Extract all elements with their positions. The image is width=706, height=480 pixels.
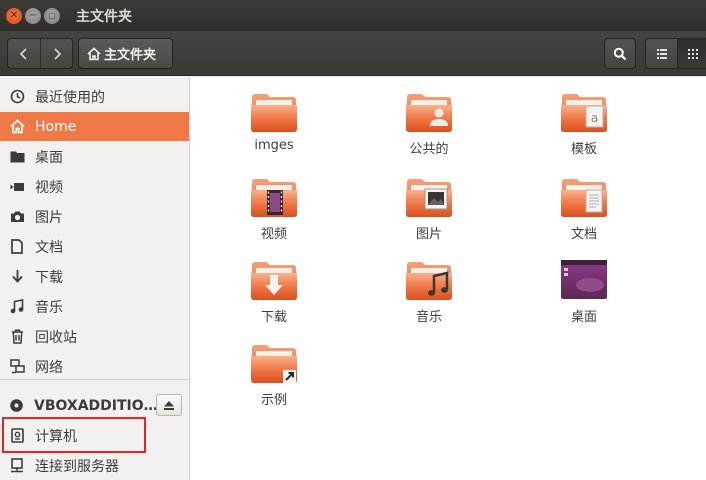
eject-button[interactable] [156, 394, 182, 416]
sidebar-item-label: 网络 [35, 359, 63, 376]
folder-documents-icon [561, 179, 607, 217]
folder-pictures-icon [406, 179, 452, 217]
folder-icon [10, 151, 24, 163]
sidebar-item-videos[interactable]: 视频 [0, 172, 189, 201]
file-label: imges [254, 138, 294, 153]
sidebar-item-music[interactable]: 音乐 [0, 292, 189, 321]
sidebar-item-vboxadditions[interactable]: VBOXADDITIO… [0, 391, 158, 420]
video-icon [10, 182, 24, 191]
home-icon [87, 46, 101, 60]
file-label: 桌面 [570, 310, 597, 325]
sidebar-item-connect-server[interactable]: 连接到服务器 [0, 451, 189, 480]
sidebar-item-label: Home [35, 118, 77, 135]
sidebar-separator [0, 379, 189, 380]
sidebar-item-desktop[interactable]: 桌面 [0, 142, 189, 171]
file-label: 音乐 [415, 310, 442, 325]
maximize-window-button[interactable]: ▢ [44, 7, 60, 24]
file-label: 图片 [415, 227, 442, 242]
list-view-button[interactable] [646, 39, 677, 68]
search-icon [613, 47, 627, 60]
folder-public-icon [406, 94, 452, 132]
sidebar-item-home[interactable]: Home [0, 112, 189, 141]
file-item-public[interactable]: 公共的 [374, 93, 484, 157]
disc-icon [10, 399, 23, 412]
file-item-music[interactable]: 音乐 [374, 261, 484, 325]
title-bar: ✕ − ▢ 主文件夹 [0, 0, 706, 31]
close-icon: ✕ [9, 9, 19, 21]
file-item-documents[interactable]: 文档 [529, 178, 639, 242]
file-item-desktop[interactable]: 桌面 [529, 259, 639, 325]
path-bar-home[interactable]: 主文件夹 [78, 38, 173, 69]
grid-view-button[interactable] [677, 39, 706, 68]
minimize-icon: − [28, 9, 38, 21]
folder-templates-icon: a [561, 94, 607, 132]
sidebar-item-label: 连接到服务器 [35, 458, 119, 475]
list-view-icon [656, 48, 667, 59]
file-label: 下载 [260, 310, 287, 325]
sidebar-item-trash[interactable]: 回收站 [0, 322, 189, 351]
path-label: 主文件夹 [104, 48, 157, 63]
sidebar-item-label: 文档 [35, 239, 63, 256]
folder-videos-icon [251, 179, 297, 217]
sidebar-item-label: 回收站 [35, 329, 77, 346]
minimize-window-button[interactable]: − [25, 7, 41, 24]
sidebar-item-label: 最近使用的 [35, 89, 105, 106]
highlight-box [2, 417, 146, 453]
folder-download-icon [251, 262, 297, 300]
sidebar: 最近使用的 Home 桌面 视频 图片 文档 下载 音乐 回收站 网络 VBOX… [0, 77, 190, 480]
file-label: 视频 [260, 227, 287, 242]
chevron-right-icon [53, 47, 61, 60]
file-item-templates[interactable]: a 模板 [529, 93, 639, 157]
sidebar-item-downloads[interactable]: 下载 [0, 262, 189, 291]
file-item-imges[interactable]: imges [219, 93, 329, 153]
grid-view-icon [688, 48, 698, 59]
file-item-pictures[interactable]: 图片 [374, 178, 484, 242]
trash-icon [11, 329, 23, 344]
file-view: imges 公共的 a 模板 视频 图片 文档 下载 音乐 桌面 示例 [191, 77, 706, 480]
file-item-examples[interactable]: 示例 [219, 344, 329, 408]
svg-text:a: a [591, 111, 598, 125]
sidebar-item-label: 视频 [35, 179, 63, 196]
back-button[interactable] [8, 39, 40, 68]
sidebar-item-label: 桌面 [35, 149, 63, 166]
desktop-icon [561, 260, 607, 299]
chevron-left-icon [19, 47, 27, 60]
sidebar-item-label: 下载 [35, 269, 63, 286]
file-item-videos[interactable]: 视频 [219, 178, 329, 242]
sidebar-item-recent[interactable]: 最近使用的 [0, 82, 189, 111]
folder-music-icon [406, 262, 452, 300]
clock-icon [10, 89, 24, 104]
sidebar-item-documents[interactable]: 文档 [0, 232, 189, 261]
sidebar-item-label: VBOXADDITIO… [34, 397, 158, 414]
navigation-buttons [7, 38, 73, 69]
download-icon [11, 270, 23, 283]
server-icon [11, 458, 23, 473]
window-title: 主文件夹 [76, 8, 132, 25]
file-label: 文档 [570, 227, 597, 242]
file-label: 示例 [260, 393, 287, 408]
folder-icon [251, 94, 297, 132]
home-icon [9, 119, 25, 134]
music-icon [10, 299, 24, 314]
maximize-icon: ▢ [48, 10, 56, 20]
network-icon [9, 359, 25, 374]
close-window-button[interactable]: ✕ [6, 7, 22, 24]
file-label: 公共的 [409, 142, 449, 157]
search-button[interactable] [604, 38, 636, 69]
document-icon [11, 239, 23, 254]
folder-link-icon [251, 345, 297, 383]
file-label: 模板 [570, 142, 597, 157]
forward-button[interactable] [40, 39, 72, 68]
file-item-downloads[interactable]: 下载 [219, 261, 329, 325]
view-toggle [645, 38, 706, 69]
sidebar-item-label: 音乐 [35, 299, 63, 316]
sidebar-item-network[interactable]: 网络 [0, 352, 189, 381]
sidebar-item-label: 图片 [35, 209, 63, 226]
camera-icon [10, 211, 24, 222]
toolbar: 主文件夹 [0, 31, 706, 76]
sidebar-item-pictures[interactable]: 图片 [0, 202, 189, 231]
eject-icon [164, 400, 174, 410]
